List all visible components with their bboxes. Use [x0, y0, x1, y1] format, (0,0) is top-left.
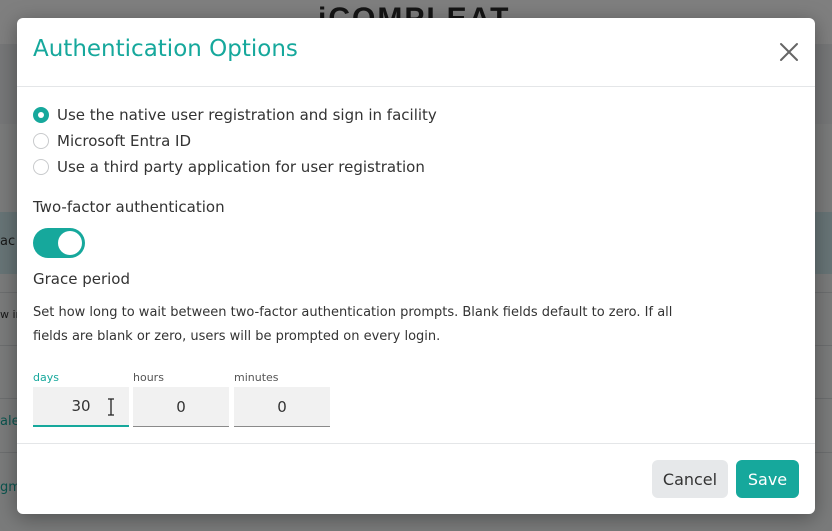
radio-microsoft-entra-id[interactable]: Microsoft Entra ID — [33, 131, 191, 151]
modal-header: Authentication Options — [17, 18, 815, 87]
text-cursor-icon — [108, 398, 114, 416]
hours-label: hours — [133, 371, 164, 384]
close-button[interactable] — [779, 42, 799, 62]
modal-title: Authentication Options — [33, 36, 298, 62]
radio-third-party-application[interactable]: Use a third party application for user r… — [33, 157, 425, 177]
radio-label: Use the native user registration and sig… — [57, 106, 437, 124]
two-factor-toggle[interactable] — [33, 228, 85, 258]
save-button[interactable]: Save — [736, 460, 799, 498]
toggle-knob — [58, 231, 82, 255]
days-label: days — [33, 371, 59, 384]
minutes-label: minutes — [234, 371, 279, 384]
radio-button[interactable] — [33, 133, 49, 149]
radio-label: Microsoft Entra ID — [57, 132, 191, 150]
two-factor-label: Two-factor authentication — [33, 198, 225, 216]
close-icon — [780, 43, 798, 61]
modal-footer-divider — [17, 443, 815, 444]
grace-period-help-text: Set how long to wait between two-factor … — [33, 305, 673, 344]
hours-input[interactable] — [133, 387, 229, 427]
minutes-input[interactable] — [234, 387, 330, 427]
radio-label: Use a third party application for user r… — [57, 158, 425, 176]
radio-native-registration[interactable]: Use the native user registration and sig… — [33, 105, 437, 125]
radio-button[interactable] — [33, 159, 49, 175]
hours-field: hours — [133, 371, 229, 427]
minutes-field: minutes — [234, 371, 330, 427]
radio-button-checked[interactable] — [33, 107, 49, 123]
cancel-button[interactable]: Cancel — [652, 460, 728, 498]
grace-period-label: Grace period — [33, 270, 131, 288]
authentication-options-dialog: Authentication Options Use the native us… — [17, 18, 815, 514]
